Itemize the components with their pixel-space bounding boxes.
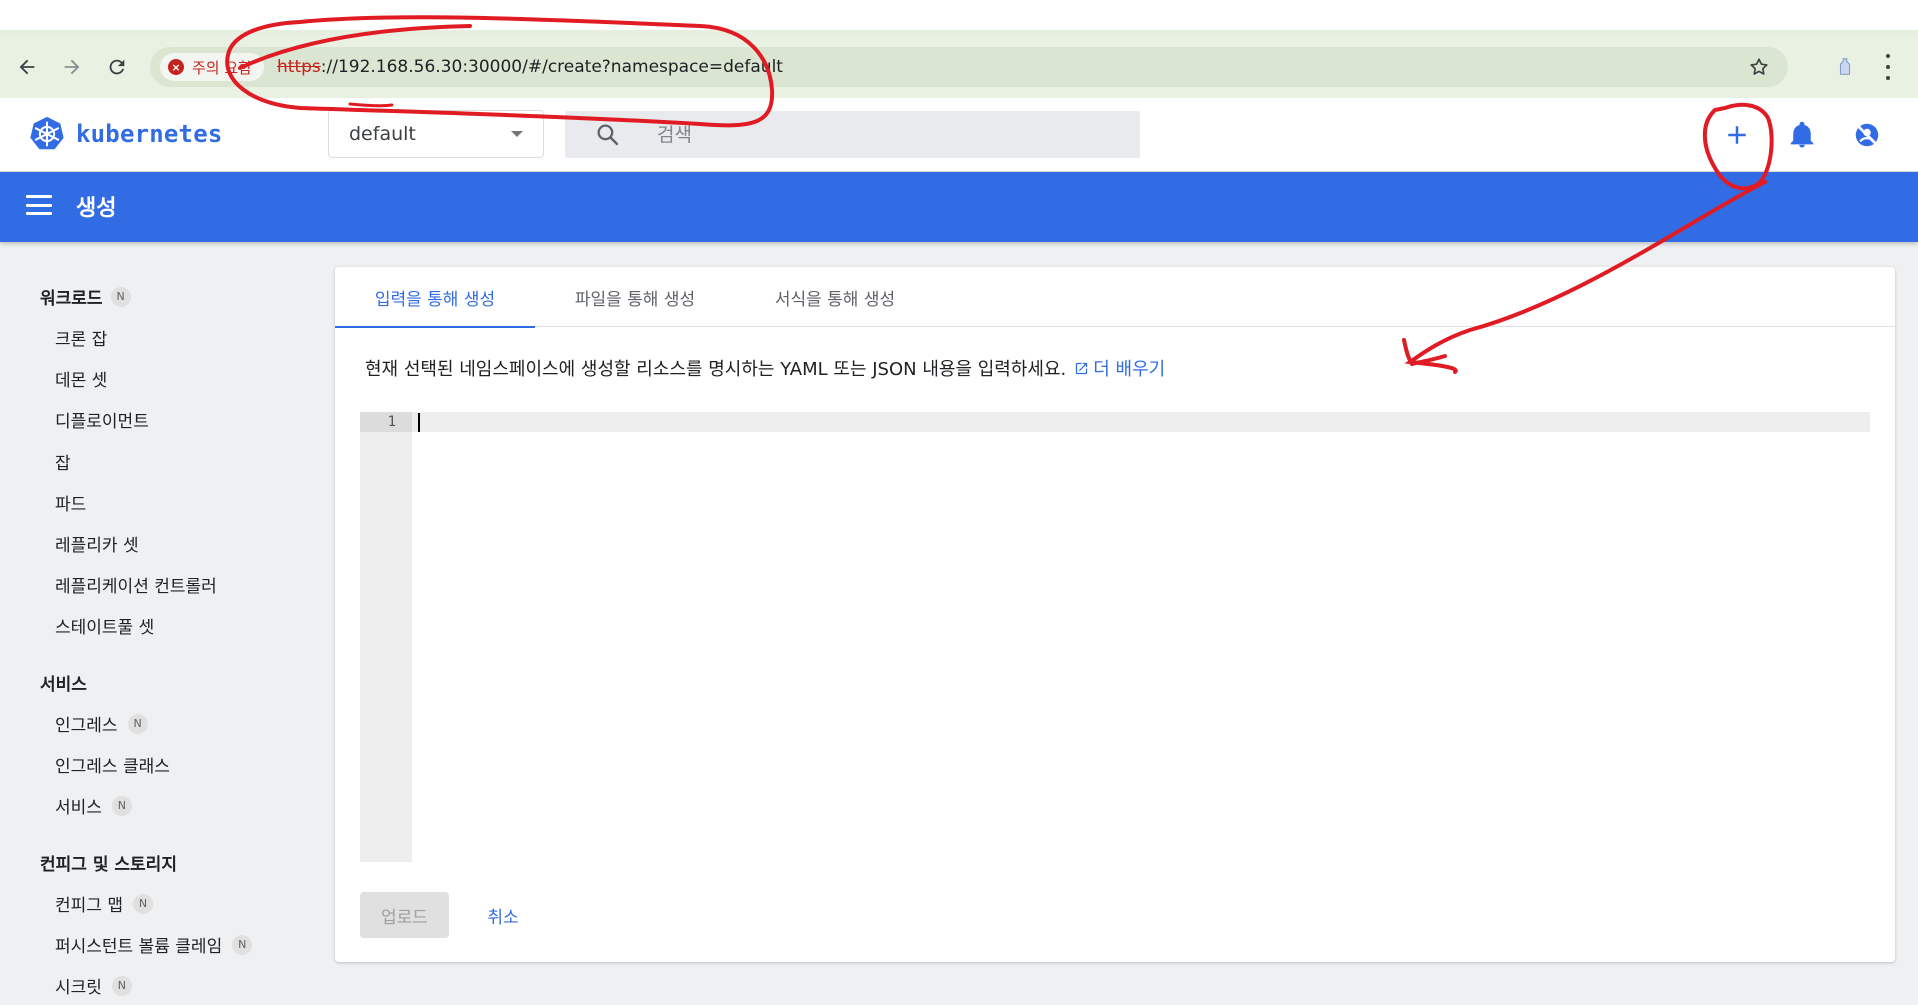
namespaced-badge: N — [111, 975, 132, 996]
kubernetes-helm-icon — [30, 116, 64, 150]
url-text[interactable]: https://192.168.56.30:30000/#/create?nam… — [277, 57, 783, 77]
search-input[interactable] — [657, 111, 1117, 158]
sidebar-item-configmaps[interactable]: 컨피그 맵 N — [55, 891, 153, 916]
brand-name: kubernetes — [76, 120, 223, 148]
error-circle-icon: × — [168, 59, 184, 75]
create-description: 현재 선택된 네임스페이스에 생성할 리소스를 명시하는 YAML 또는 JSO… — [365, 355, 1165, 381]
learn-more-link[interactable]: 더 배우기 — [1074, 355, 1165, 381]
sidebar-item-label: 레플리케이션 컨트롤러 — [55, 577, 217, 597]
sidebar-section-config-storage[interactable]: 컨피그 및 스토리지 — [40, 850, 177, 875]
editor-active-line[interactable] — [412, 412, 1870, 432]
namespaced-badge: N — [232, 934, 253, 955]
brand-logo[interactable]: kubernetes — [28, 115, 223, 153]
sidebar-item-pods[interactable]: 파드 — [55, 490, 86, 515]
sidebar-section-label: 컨피그 및 스토리지 — [40, 855, 177, 875]
create-tabs: 입력을 통해 생성 파일을 통해 생성 서식을 통해 생성 — [335, 267, 1895, 328]
sidebar-nav: 워크로드 N 크론 잡 데몬 셋 디플로이먼트 잡 파드 레플리카 셋 레플리케… — [0, 242, 320, 1005]
sidebar-item-secrets[interactable]: 시크릿 N — [55, 973, 132, 998]
sidebar-item-label: 시크릿 — [55, 978, 102, 998]
tab-create-from-input[interactable]: 입력을 통해 생성 — [335, 267, 535, 328]
yaml-editor[interactable]: 1 — [360, 412, 1870, 862]
sidebar-item-label: 디플로이먼트 — [55, 412, 149, 432]
bookmark-star-icon[interactable] — [1748, 56, 1770, 78]
back-button[interactable] — [10, 50, 44, 84]
cancel-button[interactable]: 취소 — [463, 892, 543, 938]
extension-icon[interactable] — [1834, 56, 1856, 78]
menu-icon[interactable] — [26, 195, 52, 215]
sidebar-section-label: 서비스 — [40, 675, 87, 695]
sidebar-item-jobs[interactable]: 잡 — [55, 449, 71, 474]
sidebar-section-label: 워크로드 — [40, 289, 103, 309]
arrow-right-icon — [64, 59, 80, 75]
search-icon — [597, 124, 619, 146]
sidebar-item-deployments[interactable]: 디플로이먼트 — [55, 407, 149, 432]
namespaced-badge: N — [127, 713, 148, 734]
sidebar-item-label: 인그레스 클래스 — [55, 757, 170, 777]
sidebar-item-label: 파드 — [55, 495, 87, 515]
browser-toolbar: × 주의 요함 https://192.168.56.30:30000/#/cr… — [0, 36, 1918, 98]
tab-create-from-file[interactable]: 파일을 통해 생성 — [535, 267, 735, 327]
sidebar-item-label: 스테이트풀 셋 — [55, 618, 155, 638]
sidebar-item-daemonsets[interactable]: 데몬 셋 — [55, 366, 107, 391]
sidebar-item-statefulsets[interactable]: 스테이트풀 셋 — [55, 613, 154, 638]
sidebar-item-label: 인그레스 — [55, 716, 118, 736]
sidebar-item-replicasets[interactable]: 레플리카 셋 — [55, 531, 139, 556]
sidebar-item-label: 레플리카 셋 — [55, 536, 139, 556]
sidebar-item-label: 퍼시스턴트 볼륨 클레임 — [55, 937, 223, 957]
create-button[interactable] — [1716, 114, 1758, 156]
plus-icon — [1728, 126, 1746, 144]
sidebar-item-ingressclasses[interactable]: 인그레스 클래스 — [55, 752, 170, 777]
page-title-bar: 생성 — [0, 172, 1918, 242]
address-bar[interactable]: × 주의 요함 https://192.168.56.30:30000/#/cr… — [150, 47, 1788, 87]
browser-tab-strip — [0, 0, 1918, 36]
namespaced-badge: N — [111, 795, 132, 816]
url-rest: ://192.168.56.30:30000/#/create?namespac… — [320, 57, 783, 77]
search-box[interactable] — [565, 111, 1140, 158]
sidebar-item-label: 잡 — [55, 454, 71, 474]
page-title: 생성 — [76, 196, 117, 221]
app-header: kubernetes default — [0, 98, 1918, 172]
notifications-button[interactable] — [1781, 114, 1823, 156]
sidebar-item-label: 서비스 — [55, 798, 102, 818]
sidebar-item-services[interactable]: 서비스 N — [55, 793, 132, 818]
sidebar-item-cronjobs[interactable]: 크론 잡 — [55, 325, 107, 350]
sidebar-item-ingresses[interactable]: 인그레스 N — [55, 711, 148, 736]
sidebar-item-label: 컨피그 맵 — [55, 896, 123, 916]
caret-down-icon — [511, 131, 523, 137]
learn-more-label: 더 배우기 — [1093, 359, 1166, 380]
tab-create-from-form[interactable]: 서식을 통해 생성 — [735, 267, 935, 327]
sidebar-item-replicationcontrollers[interactable]: 레플리케이션 컨트롤러 — [55, 572, 217, 597]
text-cursor — [418, 413, 420, 432]
sidebar-section-workloads[interactable]: 워크로드 N — [40, 284, 131, 309]
line-number: 1 — [387, 414, 396, 430]
sidebar-section-services[interactable]: 서비스 — [40, 670, 87, 695]
upload-button[interactable]: 업로드 — [360, 892, 449, 938]
sidebar-item-pvcs[interactable]: 퍼시스턴트 볼륨 클레임 N — [55, 932, 253, 957]
security-chip[interactable]: × 주의 요함 — [160, 53, 264, 81]
create-card: 입력을 통해 생성 파일을 통해 생성 서식을 통해 생성 현재 선택된 네임스… — [335, 267, 1895, 962]
bell-icon — [1790, 121, 1814, 148]
description-text: 현재 선택된 네임스페이스에 생성할 리소스를 명시하는 YAML 또는 JSO… — [365, 359, 1067, 380]
namespace-value: default — [349, 123, 416, 145]
security-warning-text: 주의 요함 — [192, 58, 252, 77]
reload-button[interactable] — [100, 50, 134, 84]
namespaced-badge: N — [132, 893, 153, 914]
browser-menu-icon[interactable] — [1882, 54, 1894, 80]
reload-icon — [109, 59, 125, 75]
arrow-left-icon — [19, 59, 35, 75]
account-button[interactable] — [1846, 114, 1888, 156]
sidebar-item-label: 데몬 셋 — [55, 371, 108, 391]
line-number-column: 1 — [360, 412, 412, 862]
sidebar-item-label: 크론 잡 — [55, 330, 108, 350]
namespaced-badge: N — [110, 286, 131, 307]
url-scheme: https — [277, 57, 321, 77]
forward-button[interactable] — [55, 50, 89, 84]
namespace-select[interactable]: default — [328, 110, 544, 158]
open-in-new-icon — [1076, 362, 1088, 374]
no-account-icon — [1855, 123, 1879, 147]
